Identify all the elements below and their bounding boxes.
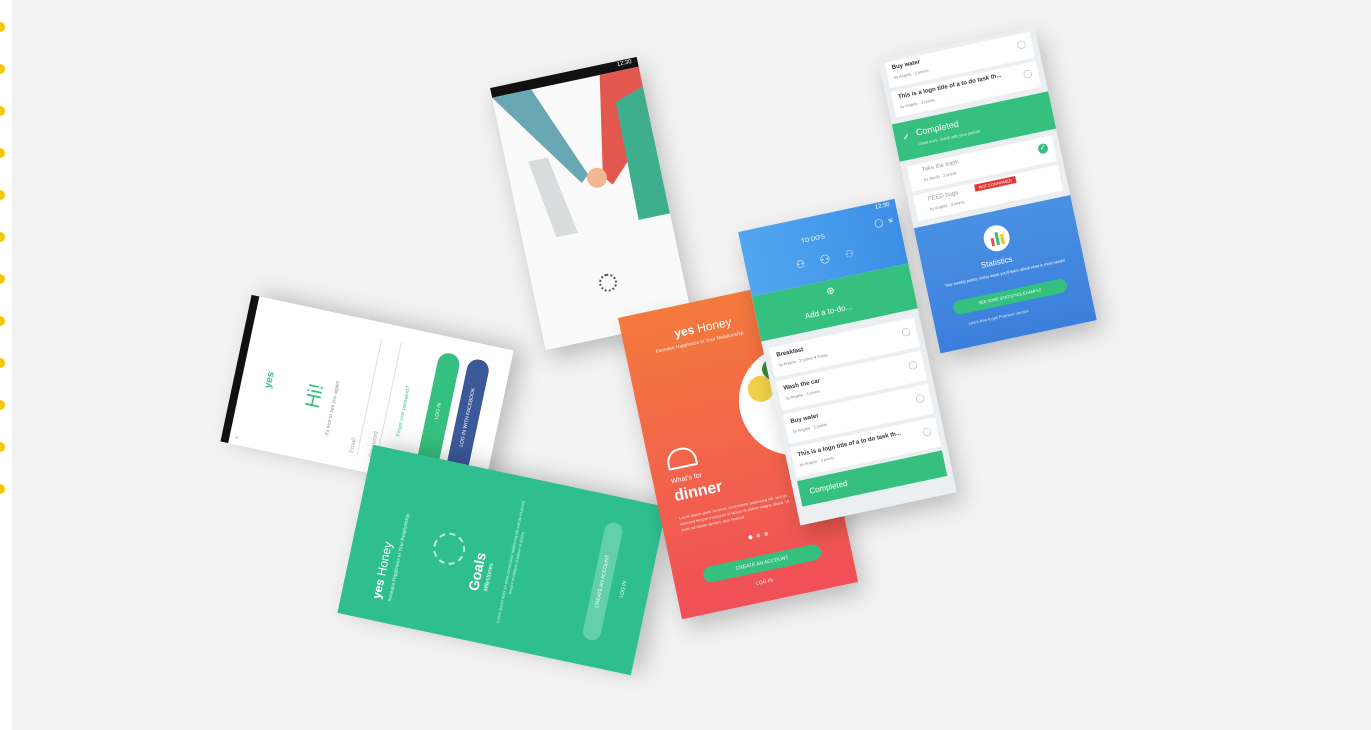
splash-screen: 12:30	[490, 56, 693, 351]
premium-link[interactable]: Learn how to get Premium Version	[968, 308, 1029, 326]
back-icon[interactable]: ‹	[231, 435, 240, 439]
partner-icon[interactable]: ⚇	[844, 248, 855, 261]
goals-screen: yes Honey Increase Happiness in Your Rel…	[337, 444, 667, 676]
check-icon[interactable]: ◯	[915, 393, 926, 404]
person-active-icon[interactable]: ⚇	[818, 252, 831, 268]
check-icon[interactable]: ◯	[1022, 68, 1033, 79]
goals-create-button[interactable]: CREATE AN ACCOUNT	[581, 520, 625, 642]
todo-header-title: TO DO'S	[800, 234, 826, 245]
chart-icon	[981, 222, 1013, 254]
check-circle-icon: ✓	[901, 131, 912, 143]
checked-icon[interactable]: ✓	[1037, 142, 1049, 155]
goals-login-link[interactable]: LOG IN	[619, 581, 628, 599]
border-dot	[0, 274, 5, 284]
check-icon[interactable]: ◯	[901, 326, 912, 337]
chat-icon[interactable]: ◯	[873, 218, 884, 229]
add-icon[interactable]: ⊕	[825, 285, 835, 298]
brand-mark: yes	[369, 577, 388, 601]
cloche-icon	[664, 444, 699, 471]
not-confirmed-tag: NOT CONFIRMED	[974, 176, 1017, 192]
check-icon[interactable]: ◯	[1016, 39, 1027, 50]
person-icon[interactable]: ⚇	[795, 259, 806, 272]
status-time: 12:30	[616, 59, 633, 69]
trophy-icon	[430, 529, 469, 568]
hands-illustration	[492, 66, 670, 238]
brand-mark: yes	[673, 322, 696, 341]
mockup-canvas: ‹ yes Hi! it's nice to see you again! Em…	[12, 0, 1371, 730]
border-dot	[0, 106, 5, 116]
border-dot	[0, 190, 5, 200]
border-dot	[0, 484, 5, 494]
completed-label: Completed	[808, 478, 849, 496]
dinner-login-link[interactable]: LOG IN	[756, 578, 774, 587]
left-dot-border	[0, 0, 12, 730]
statistics-title: Statistics	[980, 254, 1014, 270]
border-dot	[0, 64, 5, 74]
border-dot	[0, 22, 5, 32]
border-dot	[0, 316, 5, 326]
check-icon[interactable]: ◯	[922, 426, 933, 437]
chart-bar-icon	[999, 233, 1005, 245]
add-todo-label: Add a to-do...	[804, 302, 853, 321]
login-greeting: Hi!	[301, 381, 329, 411]
dinner-create-button[interactable]: CREATE AN ACCOUNT	[701, 543, 823, 584]
border-dot	[0, 442, 5, 452]
forgot-password-link[interactable]: Forgot your password?	[395, 386, 412, 437]
page-dot	[763, 531, 769, 537]
check-icon[interactable]: ◯	[908, 360, 919, 371]
login-logo: yes	[262, 370, 277, 390]
page-dot-active	[748, 534, 753, 540]
loading-spinner	[597, 272, 619, 294]
todo-list: Breakfast by Angela · 2 points ♥ Today ◯…	[768, 317, 948, 507]
border-dot	[0, 232, 5, 242]
statistics-panel: Statistics Your weekly points, every wee…	[913, 194, 1097, 354]
menu-icon[interactable]: ≡	[887, 216, 893, 226]
status-bar	[220, 294, 260, 444]
border-dot	[0, 358, 5, 368]
status-time: 12:30	[874, 201, 891, 211]
border-dot	[0, 148, 5, 158]
chart-bar-icon	[990, 237, 996, 247]
border-dot	[0, 400, 5, 410]
page-dot	[755, 533, 761, 538]
goals-body: Lorem ipsum dolor sit amet consectetur a…	[494, 500, 526, 624]
